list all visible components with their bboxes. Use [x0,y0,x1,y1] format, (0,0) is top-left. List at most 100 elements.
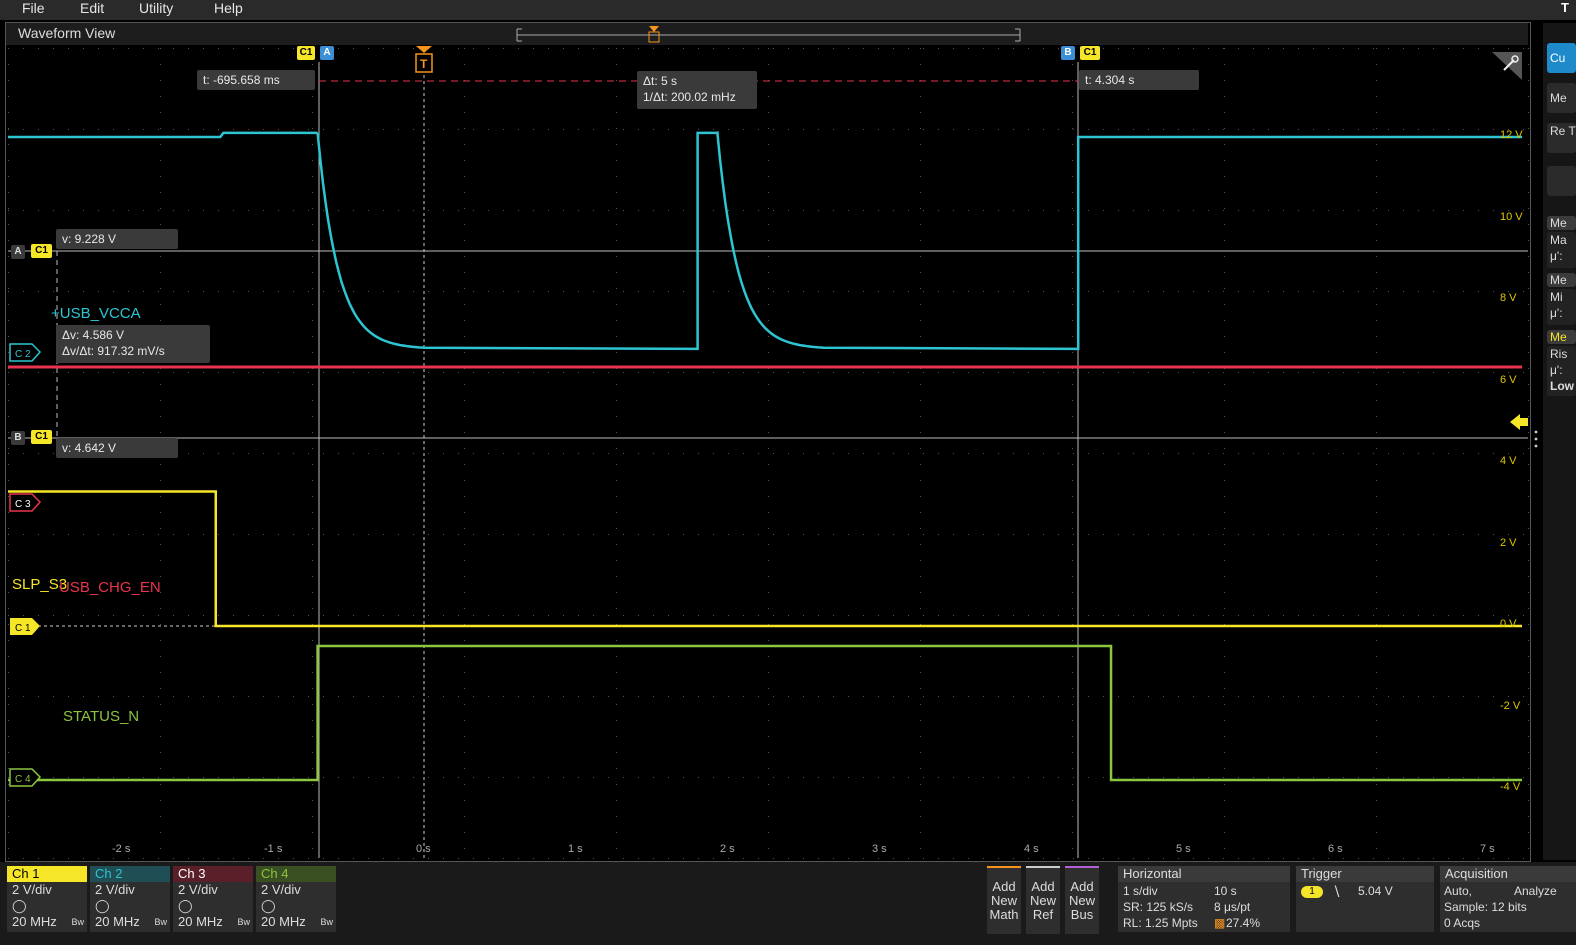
grid-dot [818,777,819,778]
ch2-badge[interactable]: Ch 2 2 V/div ◯ 20 MHz Bw [90,866,170,932]
grid-dot [398,534,399,535]
grid-dot [308,453,309,454]
grid-dot [323,372,324,373]
grid-dot [713,372,714,373]
grid-dot [143,615,144,616]
grid-dot [8,210,9,211]
grid-dot [383,48,384,49]
grid-dot [188,615,189,616]
grid-dot [458,129,459,130]
grid-dot [1148,615,1149,616]
trigger-panel[interactable]: Trigger 1 ∖ 5.04 V [1296,866,1434,932]
grid-dot [8,192,9,193]
meas-result-tab-3[interactable]: Me [1547,273,1576,287]
grid-dot [788,696,789,697]
grid-dot [893,291,894,292]
ch4-bw: 20 MHz [261,914,306,929]
grid-dot [768,96,769,97]
cursor-b-h-tag[interactable]: B [11,431,25,445]
ch4-badge[interactable]: Ch 4 2 V/div ◯ 20 MHz Bw [256,866,336,932]
grid-dot [908,696,909,697]
grid-dot [464,432,465,433]
meas-result-tab-4[interactable]: Me [1547,330,1576,344]
cursor-a-c1-tag[interactable]: C1 [297,46,315,60]
grid-dot [1478,777,1479,778]
cursor-a-tag[interactable]: A [320,46,334,60]
blank-result-tab[interactable] [1547,166,1576,196]
grid-dot [923,858,924,859]
ch3-marker[interactable]: C 3 [9,493,42,512]
trigger-marker-icon[interactable]: T [415,46,433,73]
grid-dot [653,48,654,49]
meas-result-tab-1[interactable]: Me [1547,83,1576,113]
cursor-a-h-tag[interactable]: A [11,245,25,259]
grid-dot [248,210,249,211]
grid-dot [1072,160,1073,161]
add-new-bus-button[interactable]: Add New Bus [1065,866,1099,934]
grid-dot [1193,129,1194,130]
add-new-ref-button[interactable]: Add New Ref [1026,866,1060,934]
waveform-plot[interactable]: C 2 C 3 C 1 C 4 T [0,0,1540,862]
grid-dot [713,777,714,778]
grid-dot [1358,615,1359,616]
grid-dot [803,696,804,697]
cursor-b-tag[interactable]: B [1061,46,1075,60]
grid-dot [8,624,9,625]
grid-dot [533,291,534,292]
wrench-icon[interactable] [1492,52,1522,80]
grid-dot [1103,291,1104,292]
grid-dot [503,534,504,535]
cursor-b-h-c1-tag[interactable]: C1 [31,430,52,444]
ch2-marker[interactable]: C 2 [9,343,42,362]
horizontal-panel[interactable]: Horizontal 1 s/div 10 s SR: 125 kS/s 8 μ… [1118,866,1290,932]
grid-dot [768,672,769,673]
ch2-bw-row: 20 MHz Bw [90,914,170,930]
ch1-badge[interactable]: Ch 1 2 V/div ◯ 20 MHz Bw [7,866,87,932]
grid-dot [653,777,654,778]
grid-dot [188,453,189,454]
grid-dot [1253,453,1254,454]
grid-dot [668,48,669,49]
grid-dot [38,372,39,373]
panel-more-icon[interactable] [1534,430,1538,448]
grid-dot [1072,688,1073,689]
cursor-a-h-c1-tag[interactable]: C1 [31,244,52,258]
grid-dot [1463,453,1464,454]
grid-dot [1493,615,1494,616]
ch1-marker[interactable]: C 1 [10,618,40,635]
grid-dot [8,480,9,481]
cursor-b-c1-tag[interactable]: C1 [1080,46,1100,60]
ch4-marker[interactable]: C 4 [9,768,42,787]
cursor-result-tab[interactable]: Cu [1547,43,1576,73]
grid-dot [488,48,489,49]
trigger-level-arrow-icon[interactable] [1510,414,1528,430]
record-overview[interactable] [516,26,1021,43]
grid-dot [1208,48,1209,49]
grid-dot [923,372,924,373]
grid-dot [464,64,465,65]
grid-dot [503,858,504,859]
grid-dot [1253,372,1254,373]
grid-dot [188,291,189,292]
grid-dot [1283,615,1284,616]
grid-dot [1376,848,1377,849]
grid-dot [1224,96,1225,97]
grid-dot [623,372,624,373]
acquisition-panel[interactable]: Acquisition Auto, Analyze Sample: 12 bit… [1440,866,1576,932]
grid-dot [818,210,819,211]
grid-dot [863,210,864,211]
meas-result-tab-2[interactable]: Me [1547,216,1576,230]
grid-dot [353,453,354,454]
add-new-math-button[interactable]: Add New Math [987,866,1021,934]
grid-dot [173,291,174,292]
acquisition-mode: Auto, [1444,884,1473,898]
grid-dot [1528,848,1529,849]
grid-dot [1072,576,1073,577]
grid-dot [1358,210,1359,211]
grid-dot [383,615,384,616]
ref-result-tab[interactable]: Re T [1547,123,1576,153]
ch3-badge[interactable]: Ch 3 2 V/div ◯ 20 MHz Bw [173,866,253,932]
grid-dot [128,696,129,697]
grid-dot [893,858,894,859]
trigger-title: Trigger [1296,866,1434,882]
